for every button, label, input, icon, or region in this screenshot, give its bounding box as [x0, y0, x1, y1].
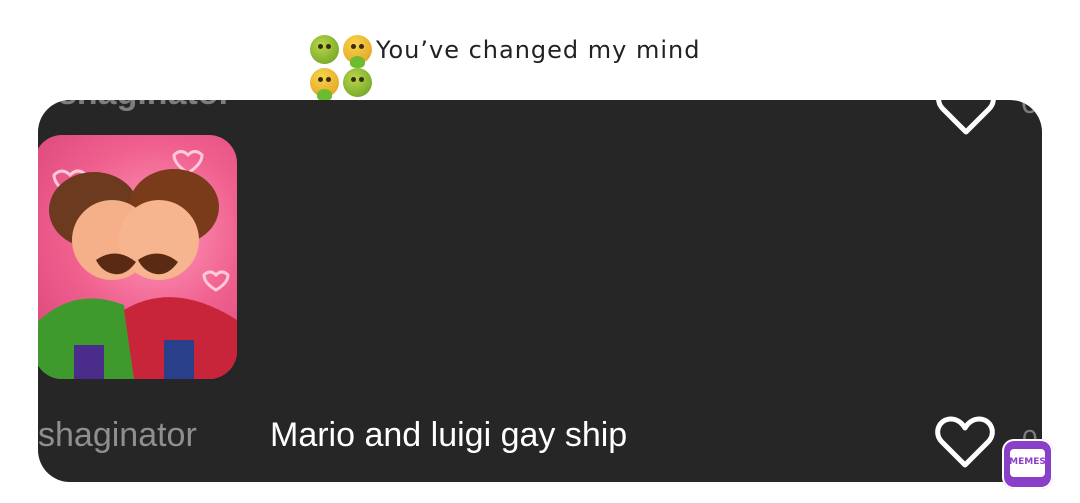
face-vomiting-icon — [310, 68, 339, 101]
meme-caption: You’ve changed my mind — [310, 34, 780, 101]
caption-text: You’ve changed my mind — [376, 36, 701, 64]
memes-watermark-badge: MEMES — [1002, 439, 1053, 489]
nauseated-face-icon — [310, 35, 339, 64]
comment-username[interactable]: shaginator — [38, 416, 197, 455]
comment-text: Mario and luigi gay ship — [270, 416, 628, 454]
comment-screenshot: shaginator 0 shaginator Mario and luigi … — [38, 100, 1042, 482]
nauseated-face-icon — [343, 68, 372, 97]
face-vomiting-icon — [343, 35, 372, 68]
previous-comment-username: shaginator — [58, 100, 232, 113]
previous-like-heart-icon[interactable] — [936, 100, 996, 136]
comment-row: shaginator Mario and luigi gay ship 0 — [38, 412, 1042, 472]
watermark-label: MEMES — [1009, 457, 1046, 467]
like-heart-icon[interactable] — [934, 414, 996, 470]
previous-like-count: 0 — [1021, 100, 1039, 120]
avatar-image — [38, 135, 237, 379]
